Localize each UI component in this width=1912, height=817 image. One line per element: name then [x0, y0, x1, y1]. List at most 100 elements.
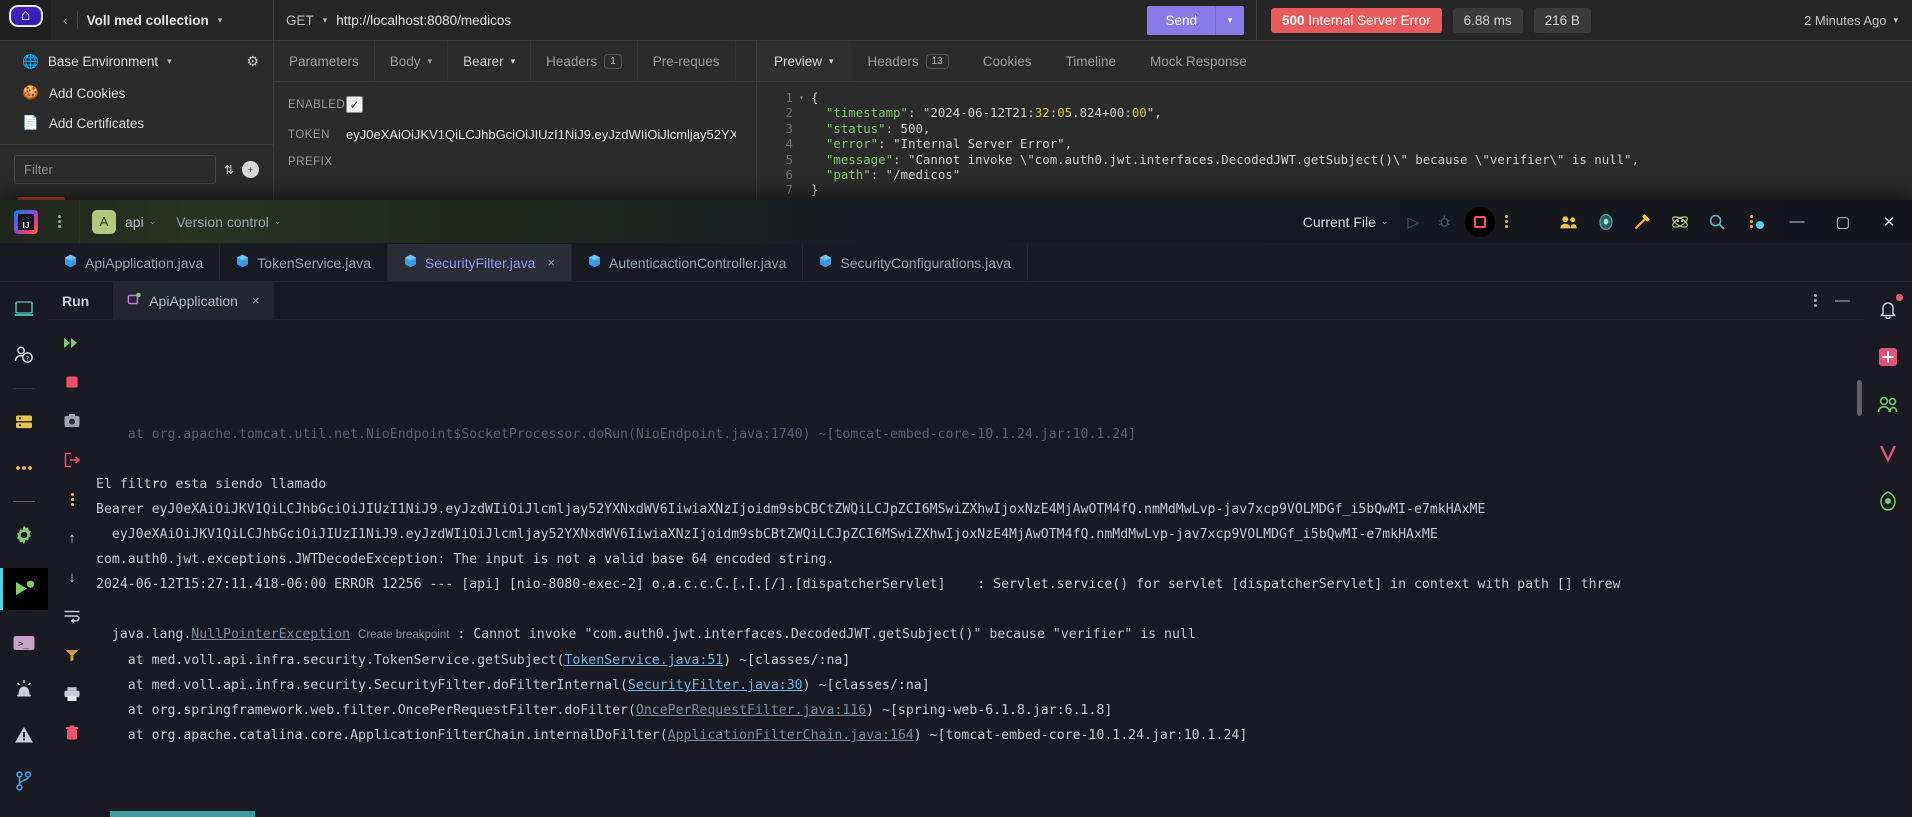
run-tab-apiapplication[interactable]: ApiApplication × — [113, 281, 274, 320]
atom-icon[interactable] — [1661, 212, 1699, 232]
json-fold-icon[interactable]: ▾ — [799, 90, 811, 105]
gear-icon[interactable]: ⚙ — [246, 53, 259, 70]
screenshot-icon[interactable] — [61, 410, 83, 432]
soft-wrap-icon[interactable] — [61, 605, 83, 627]
tab-preview[interactable]: Preview ▾ — [757, 41, 851, 81]
stack-frame-link[interactable]: OncePerRequestFilter.java:116 — [636, 703, 866, 718]
search-icon[interactable] — [1699, 213, 1735, 231]
run-tool-window-icon[interactable] — [0, 568, 48, 610]
trash-icon[interactable] — [61, 722, 83, 744]
minimize-icon[interactable]: — — [1774, 200, 1820, 244]
main-menu-kebab-icon[interactable] — [52, 215, 67, 228]
stop-red-icon[interactable] — [61, 371, 83, 393]
code-with-me-icon[interactable] — [1550, 214, 1588, 230]
response-history-dropdown[interactable]: 2 Minutes Ago ▾ — [1804, 13, 1898, 28]
project-name[interactable]: api — [125, 214, 144, 230]
json-fold-icon[interactable] — [799, 167, 811, 182]
tab-headers[interactable]: Headers 1 — [531, 41, 638, 81]
project-chevron-down-icon[interactable]: ⌄ — [149, 216, 157, 227]
add-cookies-item[interactable]: 🍪 Add Cookies — [0, 78, 273, 108]
tab-body[interactable]: Body ▾ — [375, 41, 449, 81]
help-person-icon[interactable]: ? — [11, 342, 37, 368]
add-certificates-item[interactable]: 📄 Add Certificates — [0, 108, 273, 138]
version-control-widget[interactable]: Version control — [176, 214, 269, 230]
tab-mock-response[interactable]: Mock Response — [1133, 41, 1264, 81]
editor-tab-close-icon[interactable]: × — [547, 255, 555, 270]
chevron-left-icon[interactable]: ‹ — [63, 12, 68, 28]
letter-v-icon[interactable] — [1875, 440, 1901, 466]
export-icon[interactable] — [61, 449, 83, 471]
notifications-kebab-icon[interactable] — [1735, 215, 1768, 229]
code-with-me-people-icon[interactable] — [1875, 392, 1901, 418]
database-icon[interactable] — [11, 409, 37, 435]
close-icon[interactable]: ✕ — [1866, 200, 1912, 244]
console-more-kebab-icon[interactable] — [65, 492, 80, 506]
editor-tab-tokenservice-java[interactable]: TokenService.java — [220, 244, 388, 281]
stack-frame-link[interactable]: SecurityFilter.java:30 — [628, 678, 803, 693]
project-window-icon[interactable] — [11, 296, 37, 322]
environment-selector[interactable]: 🌐 Base Environment ▾ ⚙ — [0, 45, 273, 78]
vcs-chevron-down-icon[interactable]: ⌄ — [274, 216, 282, 227]
http-method-label[interactable]: GET — [286, 13, 314, 28]
sort-icon[interactable]: ⇅ — [224, 163, 234, 177]
debug-icon[interactable] — [1428, 214, 1461, 229]
console-scrollbar-thumb[interactable] — [1857, 380, 1862, 416]
stack-frame-link[interactable]: TokenService.java:51 — [564, 653, 723, 668]
plugins-icon[interactable] — [1875, 344, 1901, 370]
enabled-checkbox[interactable]: ✓ — [346, 96, 363, 113]
version-control-branch-icon[interactable] — [11, 768, 37, 794]
rerun-icon[interactable] — [61, 332, 83, 354]
token-input[interactable]: eyJ0eXAiOiJKV1QiLCJhbGciOiJIUzI1NiJ9.eyJ… — [346, 127, 736, 142]
tab-bearer[interactable]: Bearer ▾ — [448, 41, 532, 81]
home-icon[interactable]: ⌂ — [8, 5, 43, 27]
settings-gear-icon[interactable] — [11, 522, 37, 548]
ai-assistant-icon[interactable] — [1588, 213, 1624, 231]
options-kebab-icon[interactable] — [1808, 294, 1823, 307]
maven-icon[interactable] — [1875, 488, 1901, 514]
collection-title[interactable]: Voll med collection — [87, 13, 209, 28]
problems-warning-icon[interactable] — [11, 722, 37, 748]
tab-cookies[interactable]: Cookies — [966, 41, 1049, 81]
tab-timeline[interactable]: Timeline — [1048, 41, 1133, 81]
maximize-icon[interactable]: ▢ — [1820, 200, 1866, 244]
editor-tab-autenticactioncontroller-java[interactable]: AutenticactionController.java — [572, 244, 804, 281]
json-fold-icon[interactable] — [799, 105, 811, 120]
stack-frame-link[interactable]: ApplicationFilterChain.java:164 — [668, 728, 914, 743]
run-config-chevron-down-icon[interactable]: ⌄ — [1381, 216, 1389, 227]
editor-tab-securityconfigurations-java[interactable]: SecurityConfigurations.java — [803, 244, 1028, 281]
filter-icon[interactable] — [61, 644, 83, 666]
json-fold-icon[interactable] — [799, 152, 811, 167]
json-fold-icon[interactable] — [799, 182, 811, 197]
editor-tab-apiapplication-java[interactable]: ApiApplication.java — [48, 244, 221, 281]
plus-circle-icon[interactable]: + — [242, 161, 259, 178]
hide-window-icon[interactable]: — — [1835, 292, 1850, 309]
scroll-up-icon[interactable]: ↑ — [61, 527, 83, 549]
tab-pre-request[interactable]: Pre-reques — [638, 41, 736, 81]
more-kebab-icon[interactable] — [1499, 215, 1514, 228]
run-icon[interactable]: ▷ — [1398, 213, 1428, 231]
print-icon[interactable] — [61, 683, 83, 705]
run-console-output[interactable]: at org.apache.tomcat.util.net.NioEndpoin… — [96, 320, 1864, 817]
create-breakpoint-hint[interactable]: Create breakpoint — [358, 629, 449, 641]
chevron-down-icon[interactable]: ▾ — [218, 15, 223, 26]
services-alert-icon[interactable] — [11, 676, 37, 702]
send-button[interactable]: Send — [1147, 5, 1216, 35]
more-dots-icon[interactable] — [11, 455, 37, 481]
tab-parameters[interactable]: Parameters — [274, 41, 375, 81]
run-configuration-selector[interactable]: Current File — [1303, 214, 1376, 230]
notifications-bell-icon[interactable] — [1875, 294, 1903, 322]
json-fold-icon[interactable] — [799, 121, 811, 136]
run-tab-close-icon[interactable]: × — [252, 293, 260, 308]
scroll-down-icon[interactable]: ↓ — [61, 566, 83, 588]
filter-input[interactable]: Filter — [14, 155, 216, 184]
terminal-icon[interactable]: >_ — [11, 630, 37, 656]
json-fold-icon[interactable] — [799, 136, 811, 151]
stop-icon[interactable] — [1465, 206, 1495, 237]
tools-icon[interactable] — [1624, 212, 1661, 231]
send-chevron-down-icon[interactable]: ▾ — [1216, 5, 1244, 35]
response-json-viewer[interactable]: 1 ▾{2 "timestamp": "2024-06-12T21:32:05.8… — [757, 82, 1912, 198]
exception-type-link[interactable]: NullPointerException — [191, 627, 350, 642]
url-input[interactable]: http://localhost:8080/medicos — [336, 13, 511, 28]
tab-response-headers[interactable]: Headers 13 — [851, 41, 966, 81]
method-chevron-down-icon[interactable]: ▾ — [323, 15, 328, 26]
